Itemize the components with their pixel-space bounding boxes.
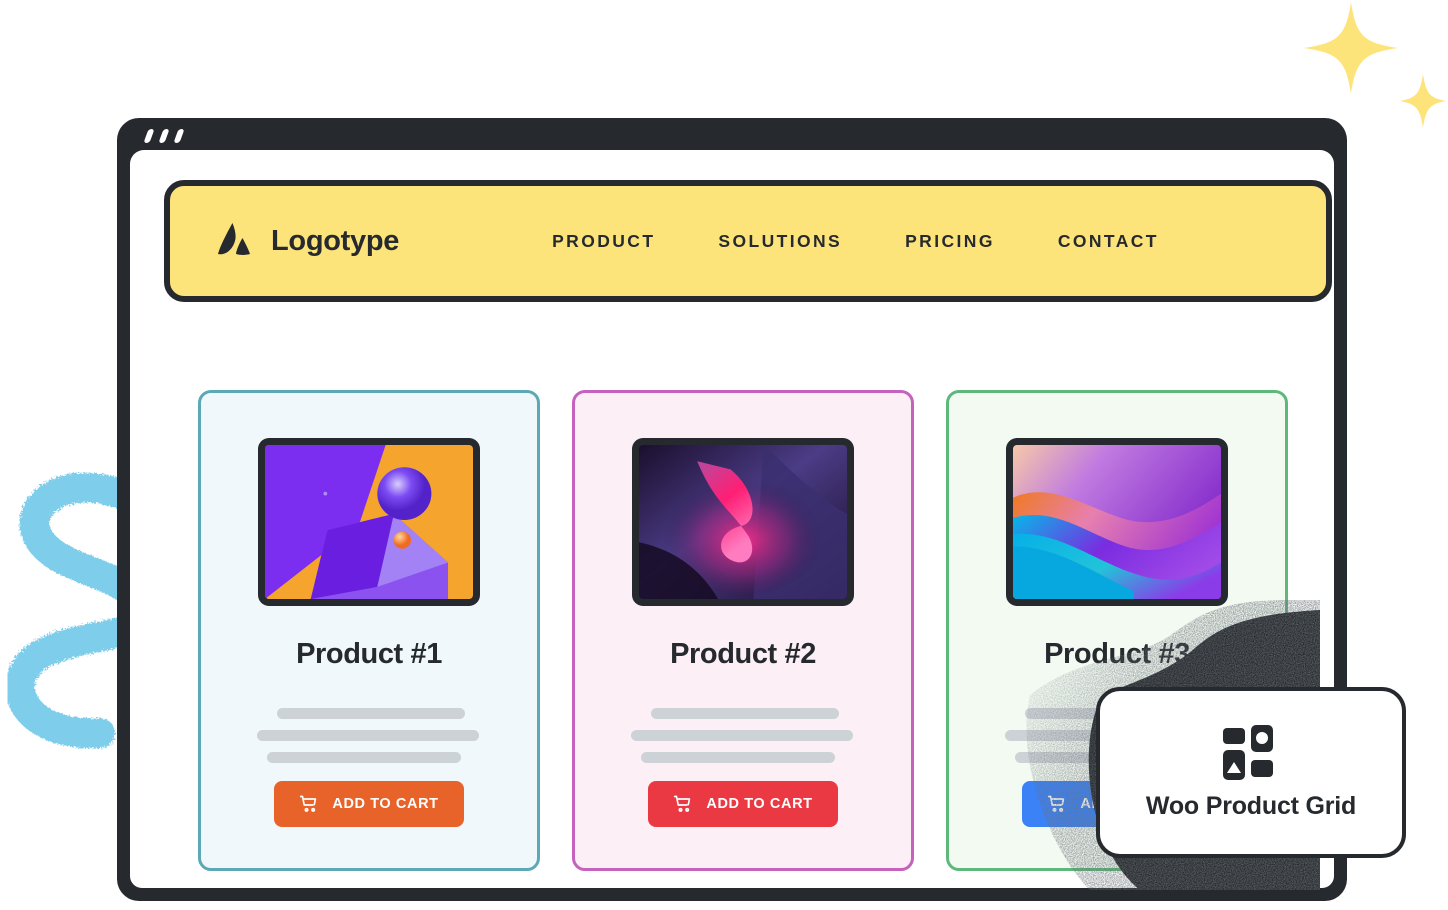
skeleton-line [641,752,835,763]
product-thumbnail [632,438,854,606]
screenshot-canvas: Logotype PRODUCT SOLUTIONS PRICING CONTA… [0,0,1448,910]
skeleton-line [277,708,465,719]
shopping-cart-icon [1048,795,1065,812]
product-card[interactable]: Product #2 ADD TO CART [572,390,914,871]
skeleton-line [631,730,853,741]
skeleton-line [257,730,479,741]
nav-link-solutions[interactable]: SOLUTIONS [718,231,842,252]
sparkle-decoration [1304,2,1446,128]
window-titlebar [117,118,1347,150]
window-dot-2[interactable] [158,129,170,143]
thumbnail-art-2 [639,445,847,599]
nav-link-contact[interactable]: CONTACT [1058,231,1159,252]
add-to-cart-label: ADD TO CART [706,796,813,812]
add-to-cart-label: ADD TO CART [332,796,439,812]
product-title: Product #1 [296,638,442,670]
window-dot-1[interactable] [143,129,155,143]
grid-blocks-icon [1223,725,1273,780]
product-thumbnail [258,438,480,606]
add-to-cart-button[interactable]: ADD TO CART [648,781,838,827]
product-thumbnail [1006,438,1228,606]
product-title: Product #2 [670,638,816,670]
plugin-badge-label: Woo Product Grid [1145,792,1357,820]
brand-name: Logotype [271,224,400,257]
plugin-badge: Woo Product Grid [1096,687,1406,858]
thumbnail-art-3 [1013,445,1221,599]
product-description-placeholder [201,708,537,774]
shopping-cart-icon [674,795,691,812]
product-title: Product #3 [1044,638,1190,670]
window-dot-3[interactable] [173,129,185,143]
shopping-cart-icon [300,795,317,812]
mountain-a-logo-icon [218,223,250,255]
product-card[interactable]: Product #1 ADD TO CART [198,390,540,871]
nav-link-pricing[interactable]: PRICING [905,231,995,252]
site-header: Logotype PRODUCT SOLUTIONS PRICING CONTA… [164,180,1332,302]
add-to-cart-button[interactable]: ADD TO CART [274,781,464,827]
nav-link-product[interactable]: PRODUCT [552,231,655,252]
thumbnail-art-1 [265,445,473,599]
product-description-placeholder [575,708,911,774]
window-controls[interactable] [143,129,185,143]
skeleton-line [651,708,839,719]
brand[interactable]: Logotype [215,221,399,261]
skeleton-line [267,752,461,763]
main-nav: PRODUCT SOLUTIONS PRICING CONTACT [552,231,1159,252]
